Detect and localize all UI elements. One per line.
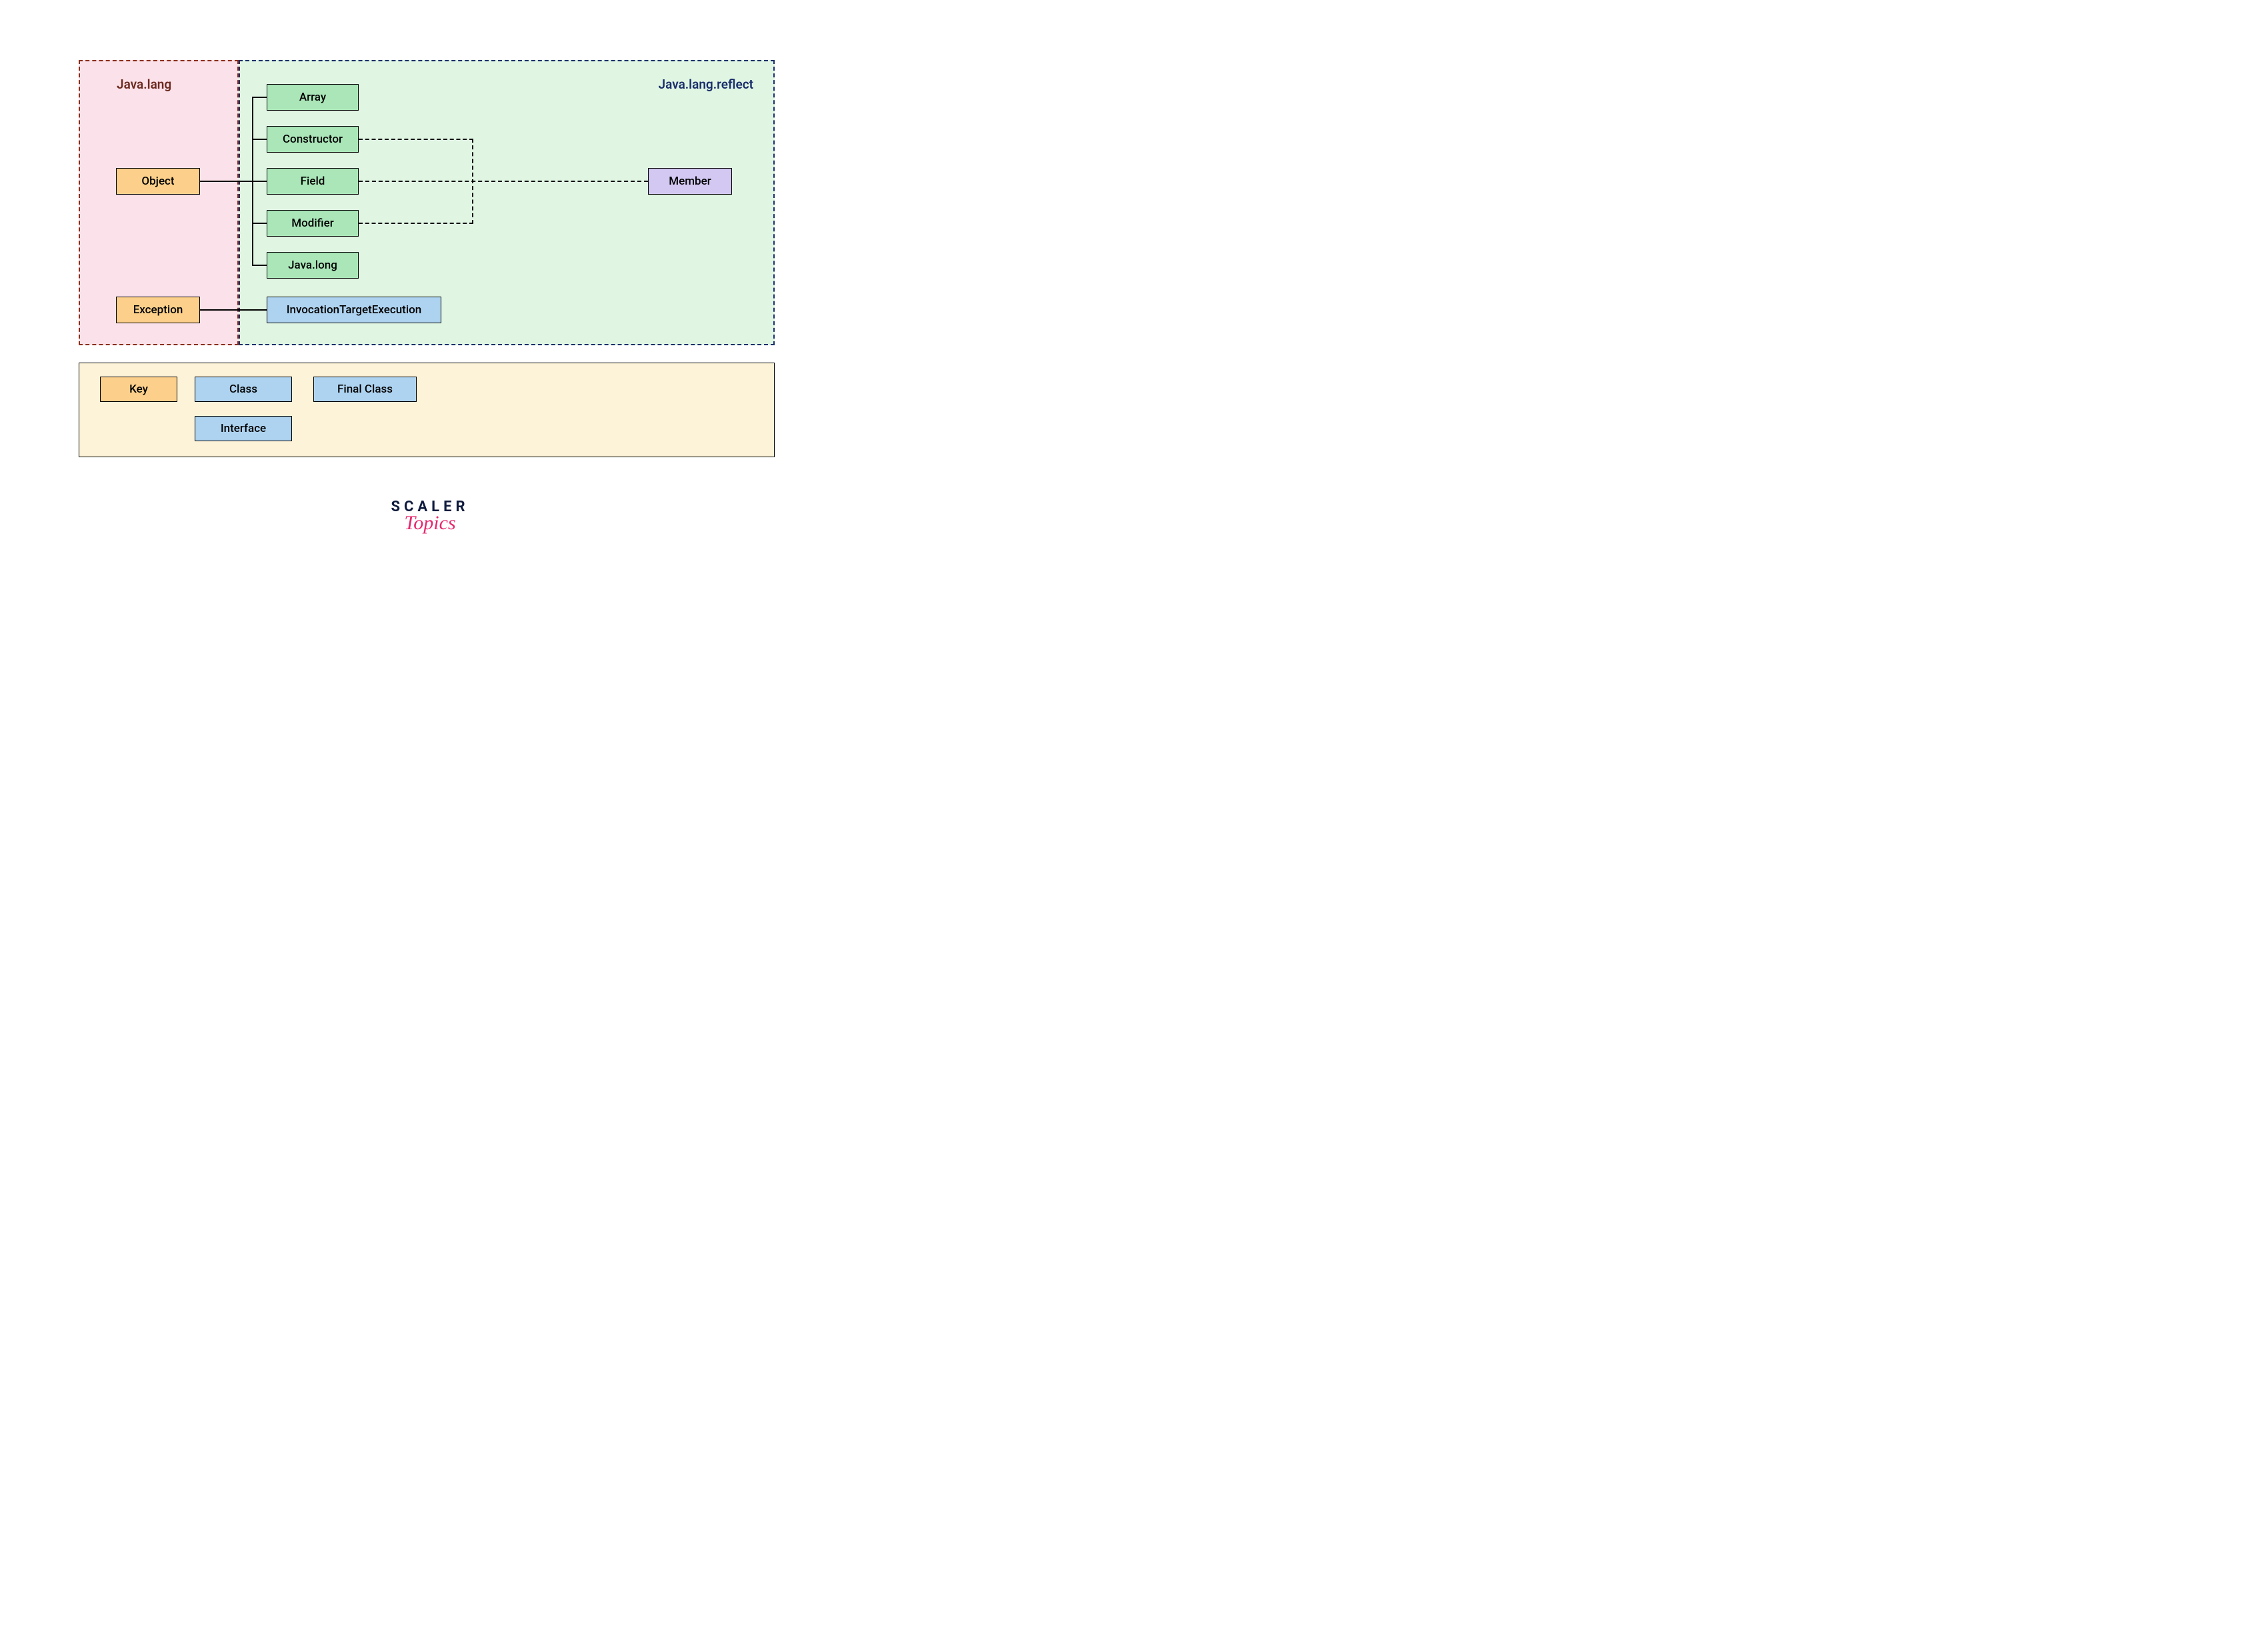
- connector-branch-array: [252, 97, 267, 98]
- connector-object-stem: [200, 181, 253, 182]
- scaler-topics-logo: SCALER Topics: [377, 500, 483, 533]
- field-box: Field: [267, 168, 359, 195]
- object-box: Object: [116, 168, 200, 195]
- logo-line2: Topics: [377, 513, 483, 533]
- dash-modifier-right: [359, 223, 473, 224]
- dash-field-to-member: [359, 181, 648, 182]
- connector-branch-constructor: [252, 139, 267, 140]
- java-lang-label: Java.lang: [117, 77, 171, 92]
- connector-exception-invocation: [200, 309, 267, 311]
- legend-final-class-box: Final Class: [313, 377, 417, 402]
- legend-interface-box: Interface: [195, 416, 292, 441]
- exception-box: Exception: [116, 297, 200, 323]
- java-lang-reflect-label: Java.lang.reflect: [659, 77, 753, 92]
- connector-branch-modifier: [252, 223, 267, 224]
- constructor-box: Constructor: [267, 126, 359, 153]
- dash-constructor-right: [359, 139, 473, 140]
- invocation-target-execution-box: InvocationTargetExecution: [267, 297, 441, 323]
- modifier-box: Modifier: [267, 210, 359, 237]
- javalong-box: Java.long: [267, 252, 359, 279]
- legend-panel: [79, 363, 775, 457]
- array-box: Array: [267, 84, 359, 111]
- member-box: Member: [648, 168, 732, 195]
- legend-class-box: Class: [195, 377, 292, 402]
- legend-key-box: Key: [100, 377, 177, 402]
- connector-branch-field: [252, 181, 267, 182]
- connector-branch-javalong: [252, 265, 267, 266]
